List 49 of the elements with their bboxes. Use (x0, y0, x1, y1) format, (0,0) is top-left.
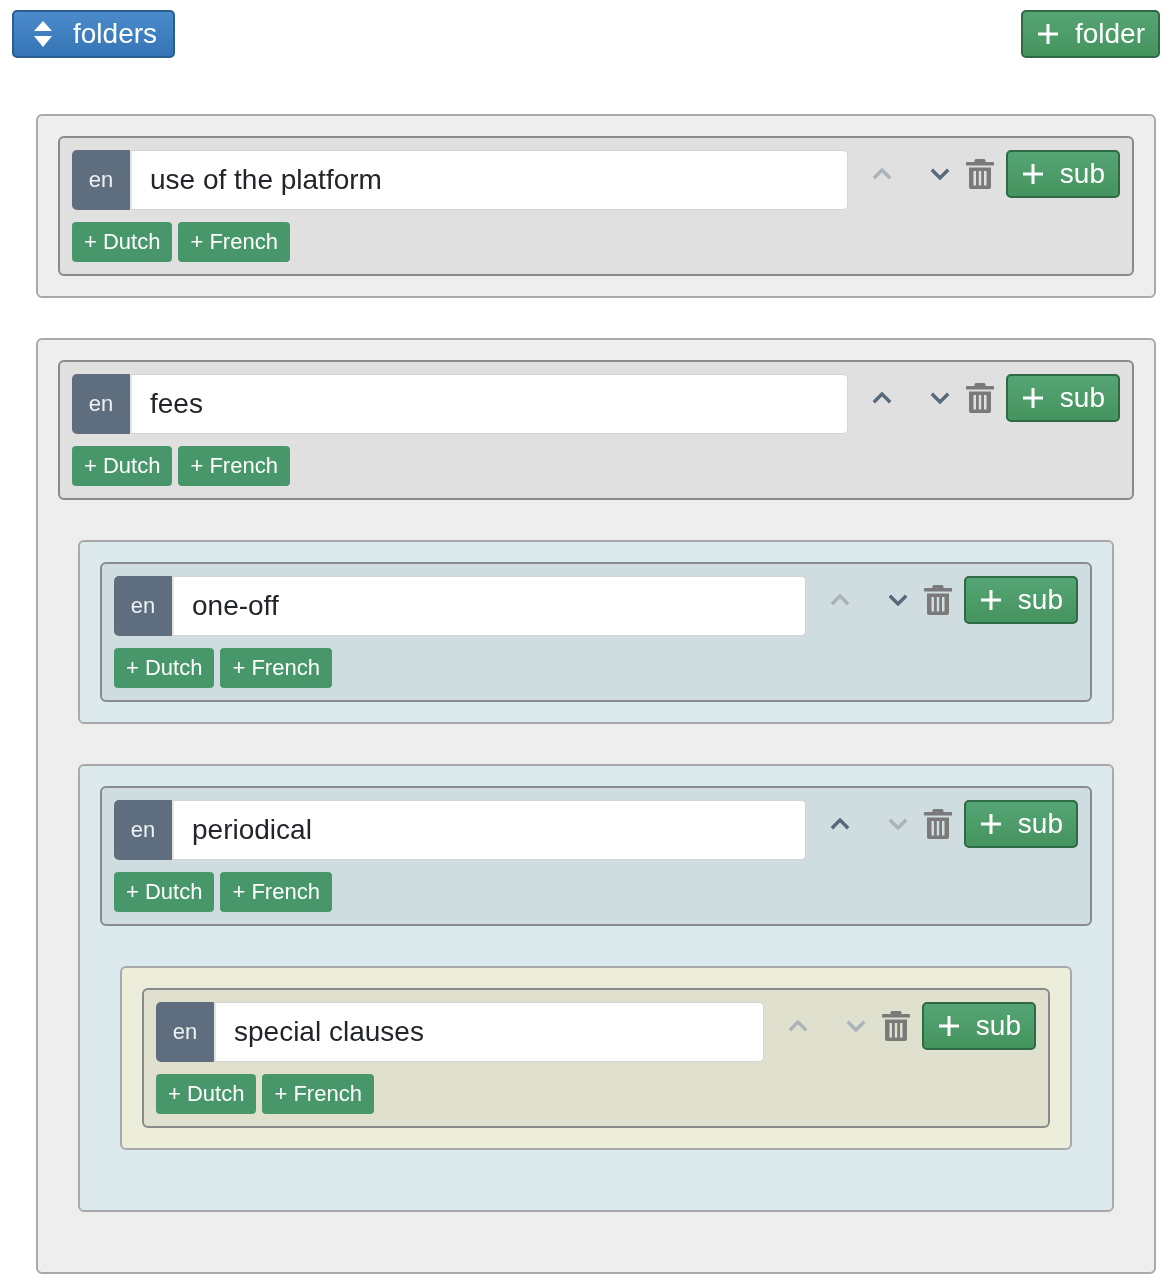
add-sub-button[interactable]: sub (963, 800, 1078, 848)
add-sub-button[interactable]: sub (963, 576, 1078, 624)
chevron-down-icon (929, 392, 950, 404)
trash-icon (965, 383, 994, 413)
folder-name-field[interactable]: periodical (172, 800, 806, 860)
folders-button[interactable]: folders (12, 10, 176, 58)
add-sub-button[interactable]: sub (921, 1002, 1036, 1050)
language-tag: en (114, 576, 172, 636)
add-translation-button[interactable]: + Dutch (114, 648, 215, 688)
chevron-up-icon (787, 1020, 808, 1032)
folder-name-field[interactable]: one-off (172, 576, 806, 636)
folder-name-field[interactable]: fees (130, 374, 848, 434)
chevron-up-icon (829, 818, 850, 830)
add-translation-button[interactable]: + French (220, 872, 332, 912)
add-folder-button[interactable]: folder (1020, 10, 1160, 58)
chevron-up-icon (871, 392, 892, 404)
add-translation-button[interactable]: + French (178, 222, 290, 262)
plus-icon (980, 590, 1001, 610)
add-translation-button[interactable]: + Dutch (72, 222, 173, 262)
language-tag: en (72, 374, 130, 434)
chevron-down-icon (845, 1020, 866, 1032)
trash-icon (965, 159, 994, 189)
plus-icon (938, 1016, 959, 1036)
plus-icon (980, 814, 1001, 834)
plus-icon (1022, 388, 1043, 408)
add-translation-button[interactable]: + Dutch (114, 872, 215, 912)
chevron-down-icon (887, 818, 908, 830)
trash-icon (881, 1011, 910, 1041)
chevron-up-icon (829, 594, 850, 606)
language-tag: en (156, 1002, 214, 1062)
sort-icon (34, 21, 52, 47)
add-translation-button[interactable]: + French (220, 648, 332, 688)
add-sub-button[interactable]: sub (1005, 150, 1120, 198)
add-translation-button[interactable]: + French (262, 1074, 374, 1114)
language-tag: en (72, 150, 130, 210)
chevron-down-icon (887, 594, 908, 606)
folder-name-field[interactable]: use of the platform (130, 150, 848, 210)
add-translation-button[interactable]: + French (178, 446, 290, 486)
chevron-up-icon (871, 168, 892, 180)
add-translation-button[interactable]: + Dutch (156, 1074, 257, 1114)
trash-icon (923, 809, 952, 839)
add-translation-button[interactable]: + Dutch (72, 446, 173, 486)
language-tag: en (114, 800, 172, 860)
add-sub-button[interactable]: sub (1005, 374, 1120, 422)
trash-icon (923, 585, 952, 615)
plus-icon (1022, 164, 1043, 184)
folder-name-field[interactable]: special clauses (214, 1002, 764, 1062)
chevron-down-icon (929, 168, 950, 180)
plus-icon (1037, 24, 1058, 44)
